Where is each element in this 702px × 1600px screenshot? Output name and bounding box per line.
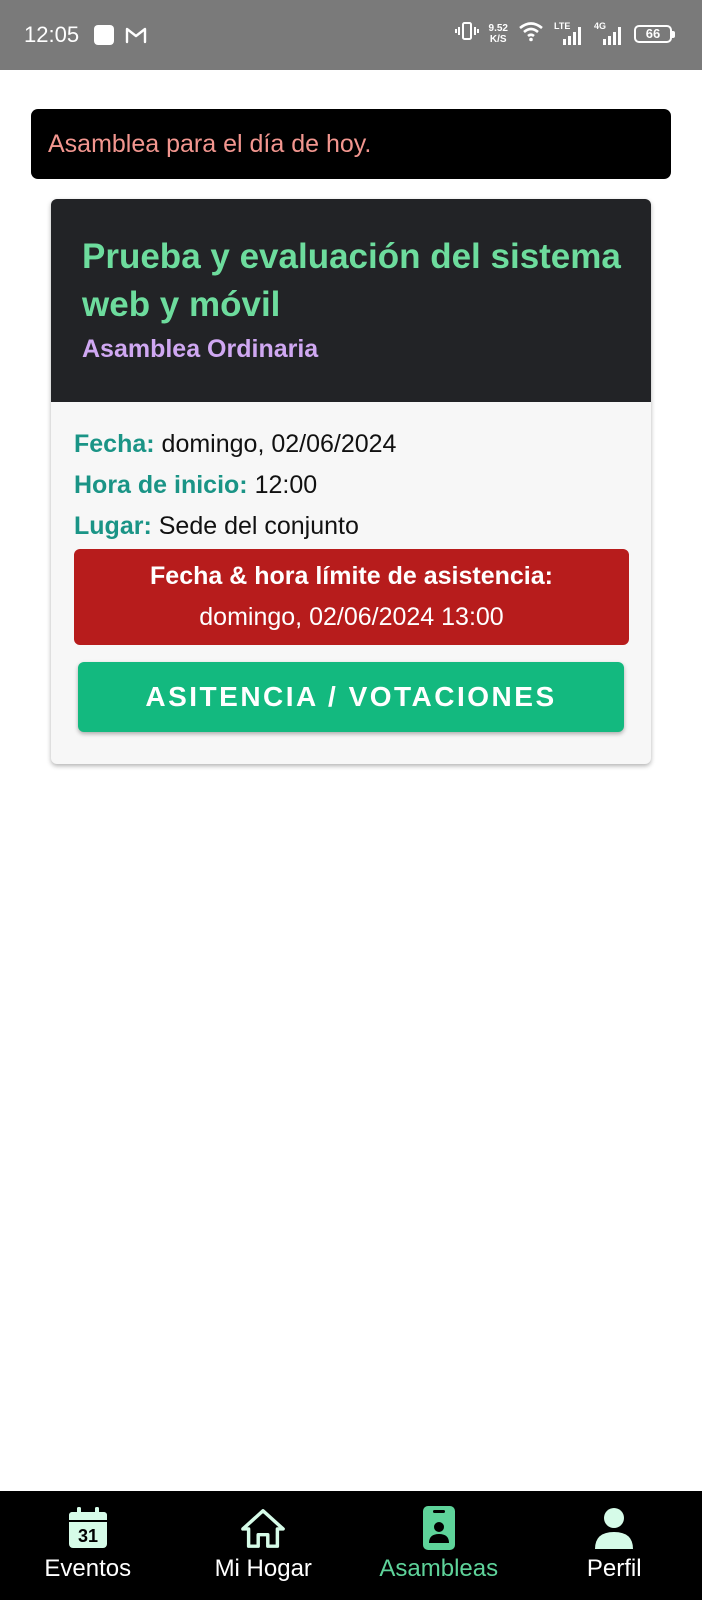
deadline-value: domingo, 02/06/2024 13:00 — [199, 603, 504, 631]
signal-sim2-icon: 4G — [594, 21, 624, 47]
nav-label-eventos: Eventos — [44, 1555, 132, 1582]
network-speed: 9.52 K/S — [489, 23, 508, 45]
app-notification-icon — [93, 24, 115, 51]
nav-label-mi-hogar: Mi Hogar — [214, 1555, 312, 1582]
today-assembly-banner: Asamblea para el día de hoy. — [31, 109, 671, 179]
home-icon — [240, 1505, 286, 1551]
nav-item-perfil[interactable]: Perfil — [527, 1491, 702, 1600]
status-bar: 12:05 9.52 K/S LTE 4G 66 — [0, 0, 702, 70]
gmail-icon — [125, 26, 147, 49]
bottom-navigation: 31 Eventos Mi Hogar Asambleas Perfil — [0, 1491, 702, 1600]
assembly-title: Prueba y evaluación del sistema web y mó… — [82, 237, 621, 324]
location-label: Lugar: — [74, 512, 152, 540]
start-time-value: 12:00 — [254, 471, 318, 499]
nav-label-asambleas: Asambleas — [379, 1555, 499, 1582]
date-label: Fecha: — [74, 430, 155, 458]
nav-label-perfil: Perfil — [586, 1555, 642, 1582]
vibrate-icon — [454, 20, 479, 47]
signal-sim1-icon: LTE — [554, 21, 584, 47]
assembly-type: Asamblea Ordinaria — [82, 335, 319, 363]
badge-icon — [416, 1505, 462, 1551]
calendar-icon: 31 — [65, 1505, 111, 1551]
person-icon — [591, 1505, 637, 1551]
network-speed-unit: K/S — [489, 33, 507, 45]
battery-level: 66 — [645, 25, 661, 41]
status-time: 12:05 — [24, 22, 80, 47]
attendance-deadline-box: Fecha & hora límite de asistencia: domin… — [74, 549, 629, 645]
date-value: domingo, 02/06/2024 — [161, 430, 397, 458]
location-row: Lugar: Sede del conjunto — [74, 511, 359, 541]
deadline-title: Fecha & hora límite de asistencia: — [150, 562, 553, 590]
assembly-card: Prueba y evaluación del sistema web y mó… — [51, 199, 651, 764]
status-system-icons: 9.52 K/S LTE 4G 66 — [454, 20, 675, 47]
location-value: Sede del conjunto — [158, 512, 359, 540]
status-notification-icons — [93, 24, 147, 51]
start-time-row: Hora de inicio: 12:00 — [74, 470, 317, 500]
banner-text: Asamblea para el día de hoy. — [48, 129, 372, 158]
battery-icon: 66 — [634, 24, 675, 43]
card-header: Prueba y evaluación del sistema web y mó… — [51, 199, 651, 402]
date-row: Fecha: domingo, 02/06/2024 — [74, 429, 396, 459]
nav-item-asambleas[interactable]: Asambleas — [351, 1491, 527, 1600]
nav-item-mi-hogar[interactable]: Mi Hogar — [176, 1491, 352, 1600]
start-time-label: Hora de inicio: — [74, 471, 248, 499]
nav-item-eventos[interactable]: 31 Eventos — [0, 1491, 176, 1600]
network-speed-value: 9.52 — [488, 22, 508, 34]
calendar-day: 31 — [78, 1526, 98, 1546]
wifi-icon — [518, 20, 544, 47]
attendance-voting-button[interactable]: ASITENCIA / VOTACIONES — [78, 662, 624, 732]
